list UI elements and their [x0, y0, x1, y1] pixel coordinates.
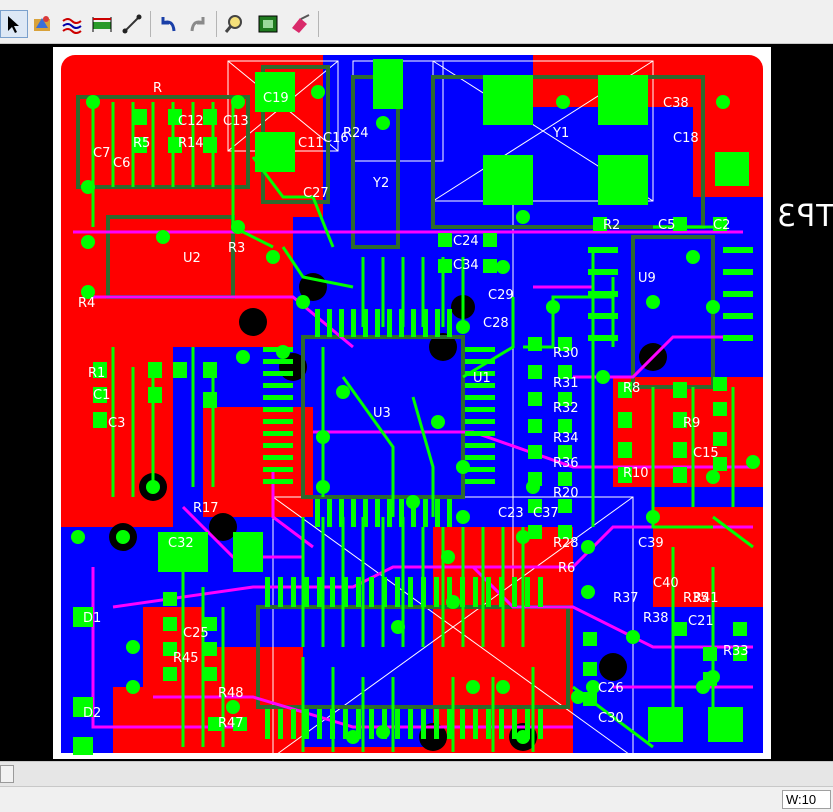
component-label: C23	[498, 506, 524, 521]
component-label: R35	[683, 591, 709, 606]
eraser-icon	[292, 14, 310, 33]
component-label: D1	[83, 611, 101, 626]
component-label: C34	[453, 258, 479, 273]
redo-icon	[190, 17, 205, 32]
component-label: D2	[83, 706, 101, 721]
component-label: C21	[688, 614, 714, 629]
autoroute-button[interactable]	[58, 10, 86, 38]
board-view-icon	[258, 15, 278, 33]
draw-line-button[interactable]	[118, 10, 146, 38]
component-label: C1	[93, 388, 110, 403]
component-label: C19	[263, 91, 289, 106]
component-label: U1	[473, 371, 491, 386]
component-label: C2	[713, 218, 730, 233]
component-label: U9	[638, 271, 656, 286]
component-label: R45	[173, 651, 199, 666]
horizontal-scrollbar[interactable]	[0, 761, 833, 787]
zoom-button[interactable]	[220, 10, 248, 38]
component-label: C27	[303, 186, 329, 201]
component-label: C12	[178, 114, 204, 129]
pcb-board[interactable]: R C7 C6 C12 C13 C19 C11 C16 C18 R5 R14 R24 Y2 Y1 C38 C2…	[53, 47, 771, 759]
component-label: R28	[553, 536, 579, 551]
component-label: R8	[623, 381, 640, 396]
undo-button[interactable]	[154, 10, 182, 38]
component-label: R	[153, 81, 162, 96]
component-label: C24	[453, 234, 479, 249]
pcb-canvas[interactable]: R C7 C6 C12 C13 C19 C11 C16 C18 R5 R14 R24 Y2 Y1 C38 C2…	[0, 44, 833, 761]
autoroute-icon	[62, 18, 82, 34]
component-label: C7	[93, 146, 110, 161]
component-label: R6	[558, 561, 575, 576]
component-label: R31	[553, 376, 579, 391]
component-label: C25	[183, 626, 209, 641]
component-label: R32	[553, 401, 579, 416]
component-label: C37	[533, 506, 559, 521]
component-label: R14	[178, 136, 204, 151]
width-indicator: W:10	[782, 790, 831, 809]
component-label: C32	[168, 536, 194, 551]
status-bar: W:10	[0, 786, 833, 812]
component-label: C5	[658, 218, 675, 233]
component-label: C39	[638, 536, 664, 551]
component-label: R33	[723, 644, 749, 659]
component-label: R4	[78, 296, 95, 311]
eraser-button[interactable]	[286, 10, 314, 38]
pcb-layout-drawing: RC7C6C12 C13C19C11 C16 C18R5 R14R24Y2Y1C38C2…	[61, 55, 763, 758]
component-label: R24	[343, 126, 369, 141]
toolbar	[0, 0, 833, 44]
component-label: R20	[553, 486, 579, 501]
rules-wizard-button[interactable]	[28, 10, 56, 38]
rules-wizard-icon	[34, 16, 50, 31]
component-label: C28	[483, 316, 509, 331]
component-label: C40	[653, 576, 679, 591]
component-label: R34	[553, 431, 579, 446]
component-label: C11	[298, 136, 324, 151]
zoom-icon	[224, 15, 242, 33]
dimension-icon	[92, 17, 112, 32]
arrow-pointer-icon	[8, 16, 19, 33]
component-label: C3	[108, 416, 125, 431]
scrollbar-thumb[interactable]	[0, 765, 14, 783]
component-label: R1	[88, 366, 105, 381]
component-label: R36	[553, 456, 579, 471]
component-label: R37	[613, 591, 639, 606]
component-label: C38	[663, 96, 689, 111]
component-label: U2	[183, 251, 201, 266]
component-label: R38	[643, 611, 669, 626]
component-label: R3	[228, 241, 245, 256]
component-label: C30	[598, 711, 624, 726]
mirrored-testpoint-label: TP3	[776, 199, 833, 234]
component-label: C15	[693, 446, 719, 461]
select-tool-button[interactable]	[0, 10, 28, 38]
component-label: C18	[673, 131, 699, 146]
component-label: U3	[373, 406, 391, 421]
undo-icon	[161, 17, 176, 32]
component-label: C26	[598, 681, 624, 696]
component-label: C6	[113, 156, 130, 171]
draw-line-icon	[122, 14, 142, 34]
component-label: R47	[218, 716, 244, 731]
component-label: R2	[603, 218, 620, 233]
component-label: Y2	[372, 176, 389, 191]
dimension-button[interactable]	[88, 10, 116, 38]
component-label: R17	[193, 501, 219, 516]
component-label: C29	[488, 288, 514, 303]
component-label: R9	[683, 416, 700, 431]
redo-button[interactable]	[184, 10, 212, 38]
board-view-button[interactable]	[254, 10, 282, 38]
component-label: Y1	[552, 126, 569, 141]
component-label: R5	[133, 136, 150, 151]
component-label: C13	[223, 114, 249, 129]
component-label: R48	[218, 686, 244, 701]
component-label: R10	[623, 466, 649, 481]
component-label: R30	[553, 346, 579, 361]
